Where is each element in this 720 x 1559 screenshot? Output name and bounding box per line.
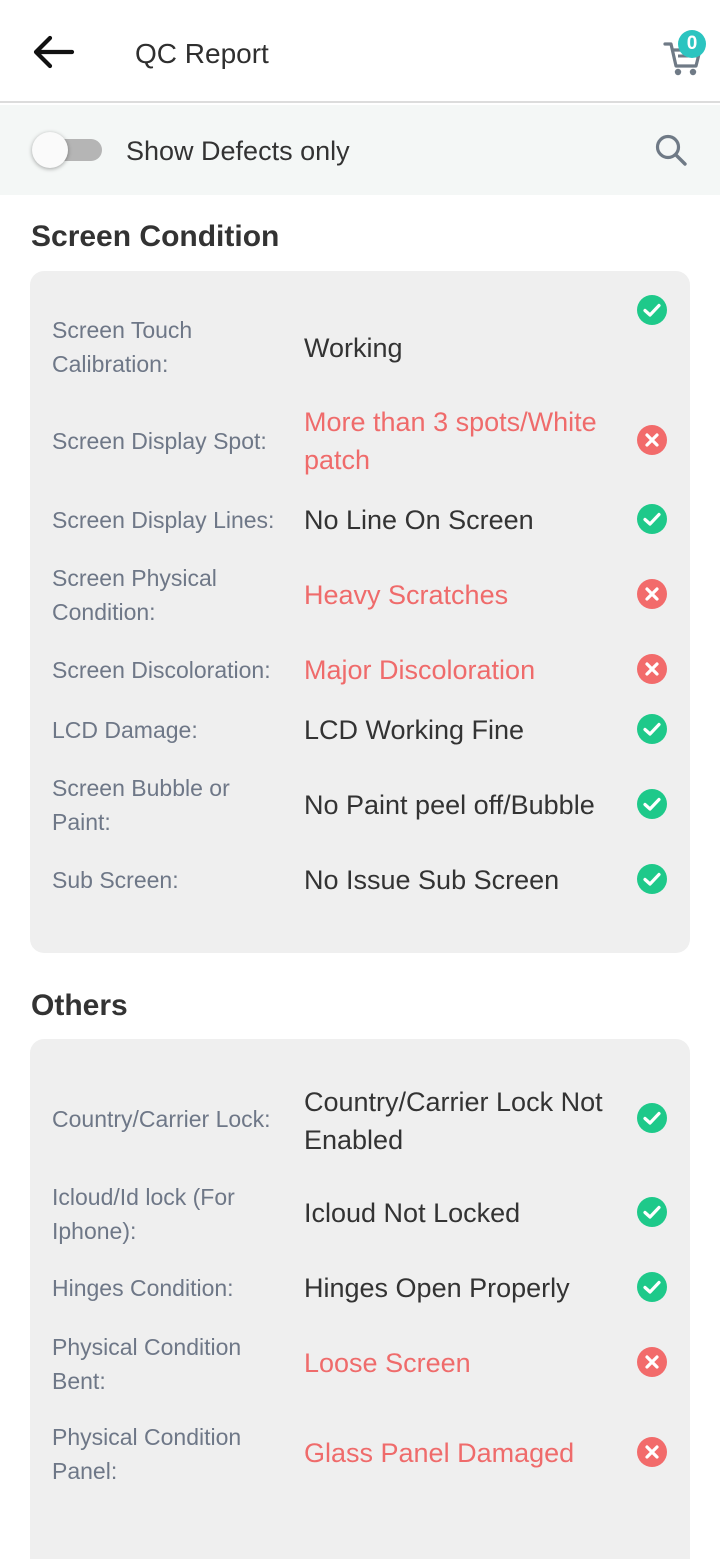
x-circle-icon	[637, 579, 667, 609]
row-value: No Line On Screen	[304, 505, 534, 535]
x-circle-icon	[637, 654, 667, 684]
check-circle-icon	[637, 504, 667, 534]
row-value: LCD Working Fine	[304, 715, 525, 745]
x-circle-icon	[637, 1347, 667, 1377]
row-label: Screen Display Spot:	[52, 428, 267, 454]
row-label: Icloud/Id lock (For Iphone):	[52, 1184, 235, 1244]
row-label: Sub Screen:	[52, 867, 179, 893]
back-arrow-icon[interactable]	[28, 32, 76, 72]
row-value: No Issue Sub Screen	[304, 865, 560, 895]
row-value: Hinges Open Properly	[304, 1273, 570, 1303]
row-label: LCD Damage:	[52, 717, 198, 743]
row-value: No Paint peel off/Bubble	[304, 790, 595, 820]
row-label: Physical Condition Bent:	[52, 1334, 242, 1394]
check-circle-icon	[637, 864, 667, 894]
check-circle-icon	[637, 789, 667, 819]
row-value: Glass Panel Damaged	[304, 1438, 575, 1468]
cart-button[interactable]: 0	[660, 28, 710, 78]
check-circle-icon	[637, 1103, 667, 1133]
show-defects-toggle[interactable]	[32, 132, 102, 168]
cart-count-badge: 0	[678, 30, 706, 58]
row-label: Country/Carrier Lock:	[52, 1106, 271, 1132]
check-circle-icon	[637, 1272, 667, 1302]
x-circle-icon	[637, 1437, 667, 1467]
screen-condition-card: Screen Touch Calibration: Working Screen…	[30, 271, 690, 953]
search-icon[interactable]	[654, 133, 688, 167]
show-defects-label: Show Defects only	[126, 136, 350, 166]
row-label: Screen Display Lines:	[52, 507, 275, 533]
row-label: Screen Physical Condition:	[52, 565, 217, 625]
row-label: Screen Touch Calibration:	[52, 317, 193, 377]
row-value: Working	[304, 333, 403, 363]
row-value: Major Discoloration	[304, 655, 536, 685]
row-label: Hinges Condition:	[52, 1275, 234, 1301]
row-value: Heavy Scratches	[304, 580, 509, 610]
filter-bar: Show Defects only	[0, 105, 720, 195]
check-circle-icon	[637, 714, 667, 744]
row-value: More than 3 spots/White patch	[304, 407, 597, 475]
check-circle-icon	[637, 1197, 667, 1227]
section-title-screen-condition: Screen Condition	[31, 220, 280, 253]
toggle-knob	[32, 132, 68, 168]
x-circle-icon	[637, 425, 667, 455]
app-header: QC Report 0	[0, 0, 720, 103]
check-circle-icon	[637, 295, 667, 325]
row-label: Screen Bubble or Paint:	[52, 775, 230, 835]
row-value: Loose Screen	[304, 1348, 471, 1378]
row-value: Icloud Not Locked	[304, 1198, 521, 1228]
row-label: Physical Condition Panel:	[52, 1424, 242, 1484]
page-title: QC Report	[135, 38, 269, 69]
others-card: Country/Carrier Lock: Country/Carrier Lo…	[30, 1039, 690, 1559]
section-title-others: Others	[31, 989, 128, 1022]
row-value: Country/Carrier Lock Not Enabled	[304, 1087, 603, 1155]
row-label: Screen Discoloration:	[52, 657, 271, 683]
